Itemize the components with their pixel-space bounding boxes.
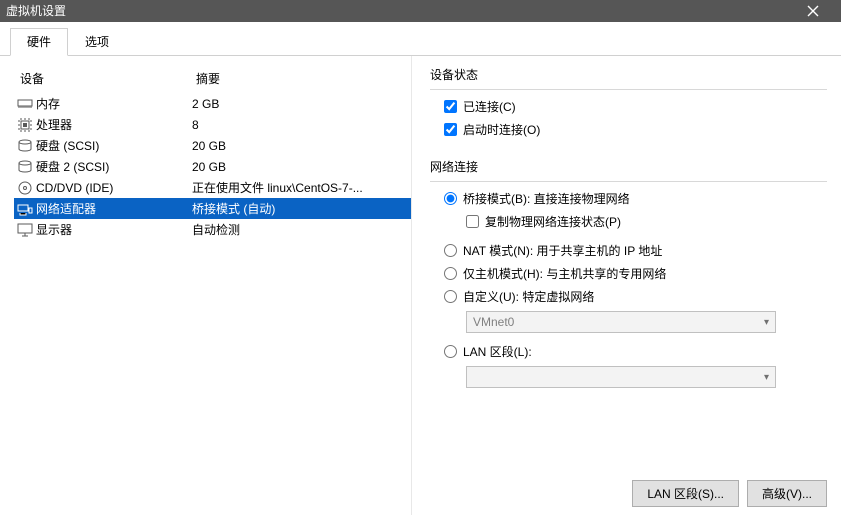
cd-icon (16, 180, 34, 196)
button-row: LAN 区段(S)... 高级(V)... (430, 472, 827, 507)
radio-bridged-input[interactable] (444, 192, 457, 205)
device-summary: 正在使用文件 linux\CentOS-7-... (192, 179, 411, 196)
tab-options[interactable]: 选项 (68, 28, 126, 55)
device-summary: 8 (192, 118, 411, 132)
device-name: 处理器 (34, 116, 192, 133)
checkbox-connect-at-poweron-input[interactable] (444, 123, 457, 136)
device-row[interactable]: 硬盘 (SCSI)20 GB (14, 135, 411, 156)
device-summary: 桥接模式 (自动) (192, 200, 411, 217)
radio-custom[interactable]: 自定义(U): 特定虚拟网络 (444, 288, 827, 305)
window-title: 虚拟机设置 (6, 0, 66, 22)
device-list-header: 设备 摘要 (14, 66, 411, 93)
device-name: CD/DVD (IDE) (34, 181, 192, 195)
titlebar: 虚拟机设置 (0, 0, 841, 22)
net-icon (16, 202, 34, 216)
disk-icon (16, 160, 34, 174)
memory-icon (16, 97, 34, 111)
network-connection-title: 网络连接 (430, 158, 827, 175)
combo-lan-segment: ▾ (466, 366, 776, 388)
network-connection-group: 网络连接 桥接模式(B): 直接连接物理网络 复制物理网络连接状态(P) NAT… (430, 158, 827, 398)
device-name: 显示器 (34, 221, 192, 238)
radio-custom-input[interactable] (444, 290, 457, 303)
device-list[interactable]: 内存2 GB处理器8硬盘 (SCSI)20 GB硬盘 2 (SCSI)20 GB… (14, 93, 411, 240)
device-row[interactable]: CD/DVD (IDE)正在使用文件 linux\CentOS-7-... (14, 177, 411, 198)
checkbox-connect-at-poweron[interactable]: 启动时连接(O) (444, 121, 827, 138)
tab-hardware[interactable]: 硬件 (10, 28, 68, 56)
content-area: 设备 摘要 内存2 GB处理器8硬盘 (SCSI)20 GB硬盘 2 (SCSI… (0, 56, 841, 515)
lan-segments-button[interactable]: LAN 区段(S)... (632, 480, 739, 507)
display-icon (16, 223, 34, 237)
checkbox-replicate[interactable]: 复制物理网络连接状态(P) (466, 213, 827, 230)
radio-hostonly[interactable]: 仅主机模式(H): 与主机共享的专用网络 (444, 265, 827, 282)
radio-bridged[interactable]: 桥接模式(B): 直接连接物理网络 (444, 190, 827, 207)
settings-panel: 设备状态 已连接(C) 启动时连接(O) 网络连接 桥接模式(B): 直接连接物 (412, 56, 841, 515)
radio-nat-input[interactable] (444, 244, 457, 257)
radio-nat[interactable]: NAT 模式(N): 用于共享主机的 IP 地址 (444, 242, 827, 259)
device-summary: 自动检测 (192, 221, 411, 238)
close-icon[interactable] (807, 5, 835, 17)
radio-hostonly-input[interactable] (444, 267, 457, 280)
tab-strip: 硬件 选项 (0, 22, 841, 56)
device-status-title: 设备状态 (430, 66, 827, 83)
device-row[interactable]: 内存2 GB (14, 93, 411, 114)
chevron-down-icon: ▾ (764, 372, 769, 383)
checkbox-connected[interactable]: 已连接(C) (444, 98, 827, 115)
combo-custom-vmnet: VMnet0 ▾ (466, 311, 776, 333)
divider (430, 181, 827, 182)
device-name: 硬盘 2 (SCSI) (34, 158, 192, 175)
device-row[interactable]: 处理器8 (14, 114, 411, 135)
device-summary: 20 GB (192, 139, 411, 153)
device-row[interactable]: 显示器自动检测 (14, 219, 411, 240)
disk-icon (16, 139, 34, 153)
device-row[interactable]: 硬盘 2 (SCSI)20 GB (14, 156, 411, 177)
device-name: 硬盘 (SCSI) (34, 137, 192, 154)
header-device: 设备 (20, 70, 196, 87)
divider (430, 89, 827, 90)
device-row[interactable]: 网络适配器桥接模式 (自动) (14, 198, 411, 219)
device-name: 网络适配器 (34, 200, 192, 217)
checkbox-replicate-input[interactable] (466, 215, 479, 228)
chevron-down-icon: ▾ (764, 317, 769, 328)
device-panel: 设备 摘要 内存2 GB处理器8硬盘 (SCSI)20 GB硬盘 2 (SCSI… (0, 56, 412, 515)
device-name: 内存 (34, 95, 192, 112)
checkbox-connected-input[interactable] (444, 100, 457, 113)
device-summary: 20 GB (192, 160, 411, 174)
device-summary: 2 GB (192, 97, 411, 111)
radio-lan-segment-input[interactable] (444, 345, 457, 358)
device-status-group: 设备状态 已连接(C) 启动时连接(O) (430, 66, 827, 144)
radio-lan-segment[interactable]: LAN 区段(L): (444, 343, 827, 360)
advanced-button[interactable]: 高级(V)... (747, 480, 827, 507)
header-summary: 摘要 (196, 70, 411, 87)
cpu-icon (16, 117, 34, 133)
